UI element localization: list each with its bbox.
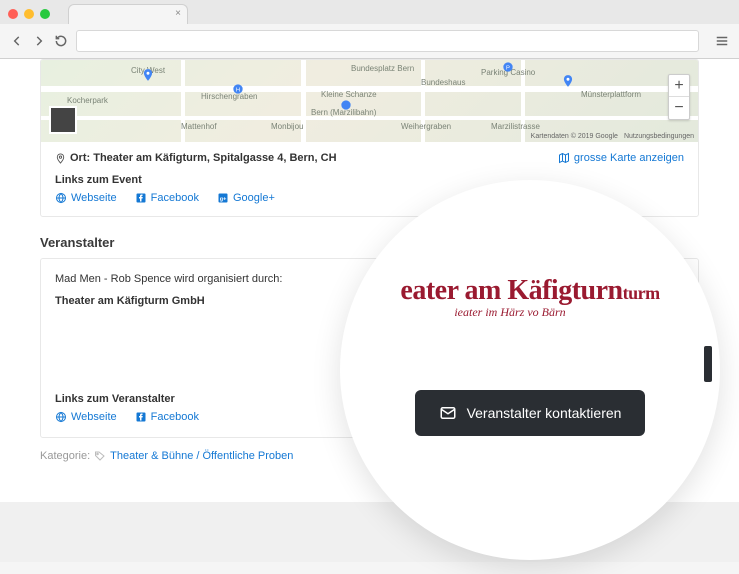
map-satellite-toggle[interactable]: [49, 106, 77, 134]
map-pin-icon: H: [231, 82, 245, 96]
category-link[interactable]: Theater & Bühne / Öffentliche Proben: [110, 450, 293, 462]
map-pin-icon: [339, 98, 353, 112]
facebook-icon: [135, 192, 147, 204]
large-map-link[interactable]: grosse Karte anzeigen: [558, 152, 684, 164]
event-links-heading: Links zum Event: [55, 174, 684, 186]
tag-icon: [94, 450, 106, 462]
contact-button-label: Veranstalter kontaktieren: [467, 405, 622, 421]
category-label: Kategorie:: [40, 450, 90, 462]
mail-icon: [439, 404, 457, 422]
svg-text:P: P: [506, 65, 510, 71]
menu-button[interactable]: [715, 34, 729, 48]
forward-button[interactable]: [32, 34, 46, 48]
map-pin-icon: [141, 68, 155, 82]
facebook-label: Facebook: [151, 411, 199, 423]
window-controls: [8, 9, 50, 19]
map-label: Monbijou: [271, 122, 303, 131]
facebook-label: Facebook: [151, 192, 199, 204]
location-row: Ort: Theater am Käfigturm, Spitalgasse 4…: [55, 152, 337, 164]
url-bar[interactable]: [76, 30, 699, 52]
tab-bar: ×: [0, 0, 739, 24]
facebook-icon: [135, 411, 147, 423]
facebook-link[interactable]: Facebook: [135, 192, 199, 204]
nav-bar: [0, 24, 739, 58]
map-pin-icon: P: [501, 60, 515, 74]
edge-decoration: [704, 346, 712, 382]
website-link[interactable]: Webseite: [55, 192, 117, 204]
map-icon: [558, 152, 570, 164]
globe-icon: [55, 411, 67, 423]
location-prefix: Ort:: [70, 152, 90, 164]
map-label: Münsterplattform: [581, 90, 641, 99]
svg-text:H: H: [236, 87, 240, 93]
logo-line1b: turm: [623, 283, 660, 303]
map-zoom-controls: + −: [668, 74, 690, 120]
close-window-button[interactable]: [8, 9, 18, 19]
website-label: Webseite: [71, 192, 117, 204]
map-label: Bundeshaus: [421, 78, 465, 87]
organizer-logo-large: eater am Käfigturnturm ieater im Härz vo…: [400, 275, 659, 320]
map-label: Weihergraben: [401, 122, 451, 131]
large-map-label: grosse Karte anzeigen: [574, 152, 684, 164]
org-website-link[interactable]: Webseite: [55, 411, 117, 423]
googleplus-icon: g+: [217, 192, 229, 204]
organizer-links-heading: Links zum Veranstalter: [55, 393, 199, 405]
tab-close-icon[interactable]: ×: [175, 8, 181, 19]
magnified-overlay: eater am Käfigturnturm ieater im Härz vo…: [340, 180, 720, 560]
map-zoom-in-button[interactable]: +: [669, 75, 689, 97]
location-address: Theater am Käfigturm, Spitalgasse 4, Ber…: [93, 152, 336, 164]
minimize-window-button[interactable]: [24, 9, 34, 19]
map-pin-icon: [561, 74, 575, 88]
map-label: Kocherpark: [67, 96, 108, 105]
svg-text:g+: g+: [220, 197, 227, 203]
org-facebook-link[interactable]: Facebook: [135, 411, 199, 423]
googleplus-label: Google+: [233, 192, 275, 204]
browser-chrome: ×: [0, 0, 739, 59]
contact-organizer-button[interactable]: Veranstalter kontaktieren: [415, 390, 646, 436]
organizer-links: Webseite Facebook: [55, 411, 199, 423]
googleplus-link[interactable]: g+ Google+: [217, 192, 275, 204]
map-label: Bundesplatz Bern: [351, 64, 414, 73]
browser-tab[interactable]: ×: [68, 4, 188, 24]
logo-line2: ieater im Härz vo Bärn: [360, 305, 659, 320]
map-terms-link[interactable]: Nutzungsbedingungen: [624, 133, 694, 140]
logo-line1a: eater am Käfigturn: [400, 275, 622, 306]
maximize-window-button[interactable]: [40, 9, 50, 19]
map-data-label: Kartendaten © 2019 Google: [531, 133, 618, 140]
map-label: Mattenhof: [181, 122, 217, 131]
map-label: Hirschengraben: [201, 92, 257, 101]
pin-icon: [55, 153, 66, 164]
map-attribution: Kartendaten © 2019 Google Nutzungsbeding…: [531, 133, 694, 140]
reload-button[interactable]: [54, 34, 68, 48]
back-button[interactable]: [10, 34, 24, 48]
map-zoom-out-button[interactable]: −: [669, 97, 689, 119]
map-label: Marzilistrasse: [491, 122, 540, 131]
globe-icon: [55, 192, 67, 204]
website-label: Webseite: [71, 411, 117, 423]
map[interactable]: Kocherpark City West Hirschengraben Matt…: [41, 60, 698, 142]
